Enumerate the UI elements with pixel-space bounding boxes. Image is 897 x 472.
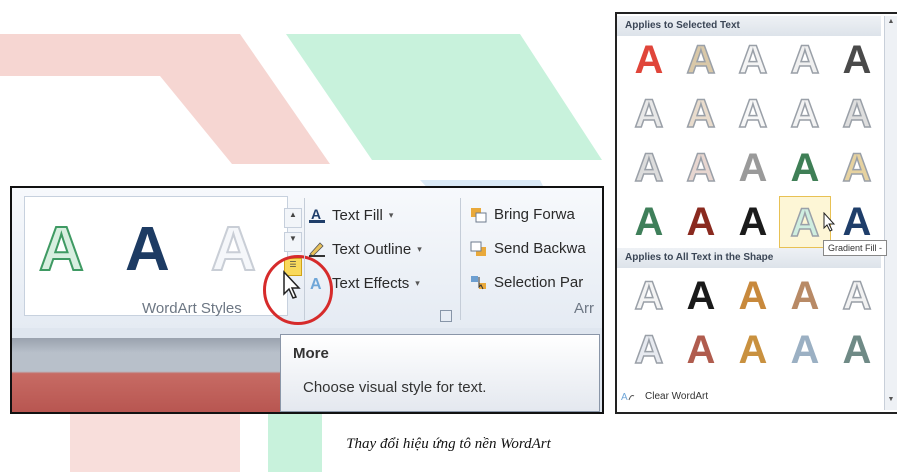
- wordart-gallery-dropdown: Applies to Selected Text AAAAAAAAAAAAAAA…: [615, 12, 897, 414]
- wordart-style-cell[interactable]: A: [623, 324, 675, 376]
- selection-pane-icon: [471, 275, 486, 289]
- wordart-style-cell[interactable]: A: [779, 324, 831, 376]
- gallery-scrollbar[interactable]: ▲ ▼: [884, 16, 897, 410]
- wordart-style-cell[interactable]: A: [623, 34, 675, 86]
- chevron-down-icon: ▾: [417, 243, 422, 254]
- wordart-style-cell[interactable]: A: [623, 196, 675, 248]
- bring-forward-icon: [471, 207, 487, 222]
- wordart-style-white[interactable]: A: [210, 218, 257, 282]
- bring-forward-button[interactable]: Bring Forwa: [470, 206, 575, 223]
- wordart-style-cell[interactable]: A: [623, 88, 675, 140]
- wordart-style-cell[interactable]: A: [779, 34, 831, 86]
- text-fill-label: Text Fill: [332, 206, 383, 224]
- svg-text:A: A: [621, 392, 628, 402]
- mouse-cursor-icon: [283, 270, 301, 299]
- clear-wordart-label: Clear WordArt: [645, 390, 709, 402]
- text-fill-icon: A: [309, 206, 325, 223]
- scroll-up-icon[interactable]: ▲: [886, 18, 896, 30]
- tooltip-body: Choose visual style for text.: [303, 379, 487, 396]
- wordart-style-cell[interactable]: A: [727, 324, 779, 376]
- clear-wordart-button[interactable]: A Clear WordArt: [621, 390, 709, 403]
- wordart-style-cell[interactable]: A: [623, 270, 675, 322]
- wordart-style-cell[interactable]: A: [727, 34, 779, 86]
- send-backward-label: Send Backwa: [494, 240, 586, 257]
- wordart-style-cell[interactable]: A: [623, 142, 675, 194]
- text-fill-button[interactable]: A Text Fill ▾: [308, 206, 393, 224]
- text-effects-icon: A: [310, 276, 322, 292]
- send-backward-icon: [470, 241, 486, 256]
- text-effects-button[interactable]: A Text Effects ▾: [308, 274, 420, 293]
- scroll-down-icon[interactable]: ▼: [886, 396, 896, 408]
- ribbon-panel: A A A ▲ ▼ ☰ WordArt Styles A Text Fill ▾…: [10, 186, 604, 414]
- wordart-style-cell[interactable]: A: [831, 270, 883, 322]
- gallery-scroll-down-button[interactable]: ▼: [284, 232, 302, 252]
- section-header-selected-text: Applies to Selected Text: [617, 16, 881, 36]
- text-outline-icon: [309, 242, 325, 257]
- selection-pane-label: Selection Par: [494, 274, 584, 291]
- tooltip-title: More: [293, 345, 329, 362]
- wordart-styles-gallery: A A A: [24, 196, 288, 316]
- dialog-launcher-icon[interactable]: [440, 310, 452, 322]
- bring-forward-label: Bring Forwa: [494, 206, 575, 223]
- more-tooltip: More Choose visual style for text.: [280, 334, 600, 412]
- wordart-style-cell[interactable]: A: [675, 270, 727, 322]
- wordart-style-cell[interactable]: A: [831, 324, 883, 376]
- figure-caption: Thay đổi hiệu ứng tô nền WordArt: [346, 436, 551, 452]
- wordart-style-cell[interactable]: A: [727, 142, 779, 194]
- chevron-down-icon: ▾: [415, 277, 420, 288]
- send-backward-button[interactable]: Send Backwa: [470, 240, 586, 257]
- gallery-scroll-up-button[interactable]: ▲: [284, 208, 302, 228]
- svg-text:A: A: [311, 206, 321, 222]
- wordart-style-cell[interactable]: A: [727, 196, 779, 248]
- group-separator: [304, 198, 305, 320]
- wordart-style-cell[interactable]: A: [831, 88, 883, 140]
- wordart-style-cell[interactable]: A: [727, 270, 779, 322]
- wordart-style-cell[interactable]: A: [779, 270, 831, 322]
- document-area: [12, 338, 280, 412]
- wordart-style-cell[interactable]: A: [675, 142, 727, 194]
- wordart-style-cell[interactable]: A: [831, 34, 883, 86]
- wordart-style-cell[interactable]: A: [675, 34, 727, 86]
- mouse-cursor-icon: [823, 212, 836, 232]
- wordart-style-green-outline[interactable]: A: [38, 218, 85, 282]
- wordart-style-cell[interactable]: A: [675, 88, 727, 140]
- gradient-fill-tooltip: Gradient Fill -: [823, 240, 888, 256]
- wordart-style-cell[interactable]: A: [831, 142, 883, 194]
- clear-wordart-icon: A: [621, 392, 635, 402]
- text-outline-button[interactable]: Text Outline ▾: [308, 240, 422, 258]
- wordart-style-cell[interactable]: A: [727, 88, 779, 140]
- selection-pane-button[interactable]: Selection Par: [470, 274, 583, 291]
- wordart-style-cell[interactable]: A: [675, 196, 727, 248]
- group-separator: [460, 198, 461, 320]
- text-outline-label: Text Outline: [332, 240, 412, 258]
- wordart-style-cell[interactable]: A: [779, 142, 831, 194]
- wordart-style-cell[interactable]: A: [779, 88, 831, 140]
- wordart-style-cell[interactable]: A: [675, 324, 727, 376]
- text-effects-label: Text Effects: [332, 274, 410, 292]
- chevron-down-icon: ▾: [388, 209, 394, 220]
- wordart-style-navy[interactable]: A: [125, 219, 170, 281]
- wordart-styles-group-label: WordArt Styles: [142, 300, 242, 317]
- arrange-group-label: Arr: [574, 300, 594, 317]
- svg-text:A: A: [310, 276, 322, 292]
